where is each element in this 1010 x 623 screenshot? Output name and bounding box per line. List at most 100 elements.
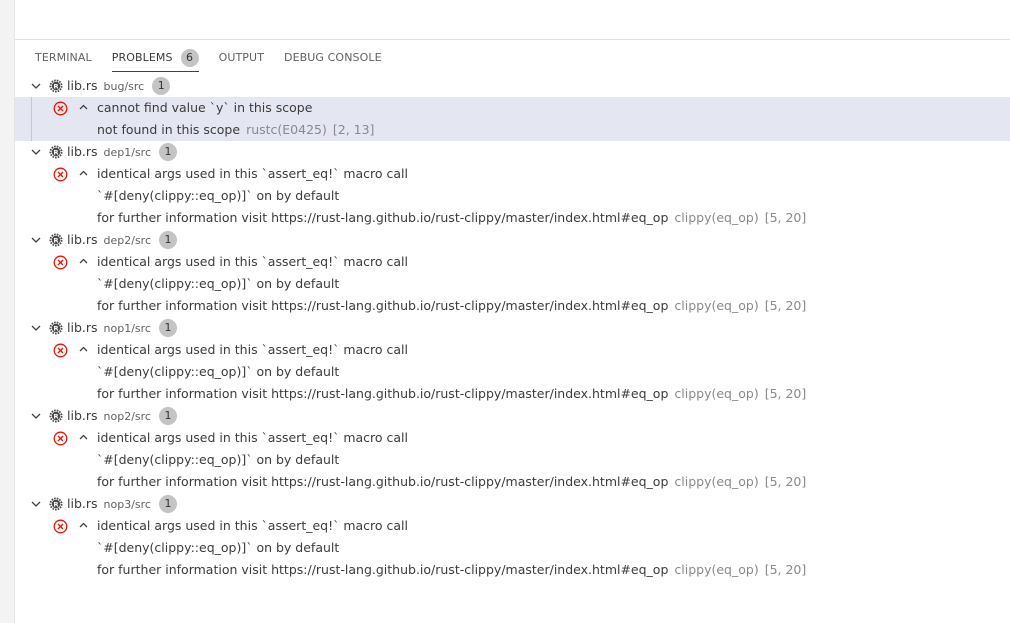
error-circle-icon (53, 167, 68, 182)
file-name: lib.rs bug/src 1 (67, 75, 171, 98)
tab-output[interactable]: OUTPUT (219, 48, 264, 74)
problem-detail: `#[deny(clippy::eq_op)]` on by default (97, 185, 339, 207)
svg-text:R: R (53, 412, 58, 420)
problem-detail-text: for further information visit https://ru… (97, 210, 669, 225)
file-name: lib.rs dep2/src 1 (67, 229, 178, 252)
problem-file-row[interactable]: Rlib.rs nop3/src 1 (15, 493, 1010, 515)
error-circle-icon (53, 431, 68, 446)
rust-file-icon: R (49, 79, 63, 93)
file-name: lib.rs nop1/src 1 (67, 317, 177, 340)
problem-detail: for further information visit https://ru… (97, 559, 806, 581)
tab-problems-label: PROBLEMS (111, 51, 173, 64)
problem-message: identical args used in this `assert_eq!`… (97, 342, 409, 357)
problem-row[interactable]: identical args used in this `assert_eq!`… (15, 515, 1010, 537)
problem-location: [5, 20] (764, 210, 807, 225)
chevron-up-icon[interactable] (77, 519, 90, 532)
file-path: dep1/src (103, 146, 152, 159)
problem-file-row[interactable]: Rlib.rs dep2/src 1 (15, 229, 1010, 251)
tab-debug-console-label: DEBUG CONSOLE (284, 51, 382, 64)
tab-problems[interactable]: PROBLEMS 6 (111, 48, 199, 74)
chevron-up-icon[interactable] (77, 343, 90, 356)
indent-guide (31, 97, 32, 141)
problem-detail-row[interactable]: `#[deny(clippy::eq_op)]` on by default (15, 273, 1010, 295)
problem-location: [5, 20] (764, 298, 807, 313)
problem-detail-row[interactable]: for further information visit https://ru… (15, 383, 1010, 405)
error-circle-icon (53, 343, 68, 358)
problem-source: clippy(eq_op) (674, 298, 759, 313)
problem-location: [2, 13] (332, 122, 375, 137)
problem-file-row[interactable]: Rlib.rs nop2/src 1 (15, 405, 1010, 427)
problem-detail-row[interactable]: for further information visit https://ru… (15, 471, 1010, 493)
problem-file-row[interactable]: Rlib.rs nop1/src 1 (15, 317, 1010, 339)
problem-row[interactable]: identical args used in this `assert_eq!`… (15, 427, 1010, 449)
chevron-down-icon[interactable] (29, 409, 43, 423)
problem-detail-text: `#[deny(clippy::eq_op)]` on by default (97, 276, 340, 291)
problem-source: clippy(eq_op) (674, 562, 759, 577)
chevron-down-icon[interactable] (29, 233, 43, 247)
file-path: nop2/src (103, 410, 151, 423)
problem-detail-text: for further information visit https://ru… (97, 562, 669, 577)
chevron-up-icon[interactable] (77, 255, 90, 268)
problem-message: identical args used in this `assert_eq!`… (97, 254, 409, 269)
problem-message: identical args used in this `assert_eq!`… (97, 166, 409, 181)
tab-debug-console[interactable]: DEBUG CONSOLE (284, 48, 382, 74)
problem-detail: `#[deny(clippy::eq_op)]` on by default (97, 449, 339, 471)
problem-row[interactable]: cannot find value `y` in this scope (15, 97, 1010, 119)
chevron-up-icon[interactable] (77, 431, 90, 444)
file-name: lib.rs nop3/src 1 (67, 493, 177, 516)
problem-detail-row[interactable]: for further information visit https://ru… (15, 295, 1010, 317)
file-name: lib.rs dep1/src 1 (67, 141, 178, 164)
problem-detail-text: `#[deny(clippy::eq_op)]` on by default (97, 540, 340, 555)
svg-text:R: R (53, 148, 58, 156)
rust-file-icon: R (49, 145, 63, 159)
file-name-label: lib.rs (67, 408, 98, 423)
editor-area[interactable] (15, 0, 1010, 40)
chevron-up-icon[interactable] (77, 101, 90, 114)
problem-location: [5, 20] (764, 474, 807, 489)
file-problem-count-badge: 1 (159, 231, 178, 249)
problems-tree: Rlib.rs bug/src 1 cannot find value `y` in … (15, 75, 1010, 581)
rust-file-icon: R (49, 233, 63, 247)
problem-source: clippy(eq_op) (674, 386, 759, 401)
problem-detail-row[interactable]: `#[deny(clippy::eq_op)]` on by default (15, 361, 1010, 383)
problem-detail: for further information visit https://ru… (97, 383, 806, 405)
chevron-down-icon[interactable] (29, 79, 43, 93)
svg-text:R: R (53, 500, 58, 508)
problem-detail-row[interactable]: for further information visit https://ru… (15, 559, 1010, 581)
problem-detail-row[interactable]: `#[deny(clippy::eq_op)]` on by default (15, 537, 1010, 559)
file-path: bug/src (103, 80, 145, 93)
problem-message: identical args used in this `assert_eq!`… (97, 518, 409, 533)
problem-detail-row[interactable]: not found in this scope rustc(E0425) [2, 1… (15, 119, 1010, 141)
problem-detail-text: `#[deny(clippy::eq_op)]` on by default (97, 364, 340, 379)
problem-detail-row[interactable]: `#[deny(clippy::eq_op)]` on by default (15, 449, 1010, 471)
tab-terminal-label: TERMINAL (35, 51, 92, 64)
problem-detail-text: `#[deny(clippy::eq_op)]` on by default (97, 452, 340, 467)
problem-detail: for further information visit https://ru… (97, 295, 806, 317)
problem-row[interactable]: identical args used in this `assert_eq!`… (15, 339, 1010, 361)
problem-file-row[interactable]: Rlib.rs bug/src 1 (15, 75, 1010, 97)
rust-file-icon: R (49, 409, 63, 423)
file-path: nop1/src (103, 322, 151, 335)
rust-file-icon: R (49, 321, 63, 335)
error-circle-icon (53, 101, 68, 116)
problem-row[interactable]: identical args used in this `assert_eq!`… (15, 251, 1010, 273)
chevron-up-icon[interactable] (77, 167, 90, 180)
problem-detail-row[interactable]: for further information visit https://ru… (15, 207, 1010, 229)
chevron-down-icon[interactable] (29, 497, 43, 511)
problem-detail: `#[deny(clippy::eq_op)]` on by default (97, 537, 339, 559)
problem-detail-row[interactable]: `#[deny(clippy::eq_op)]` on by default (15, 185, 1010, 207)
error-circle-icon (53, 519, 68, 534)
problem-row[interactable]: identical args used in this `assert_eq!`… (15, 163, 1010, 185)
svg-text:R: R (53, 324, 58, 332)
problem-detail: for further information visit https://ru… (97, 207, 806, 229)
chevron-down-icon[interactable] (29, 321, 43, 335)
file-name-label: lib.rs (67, 232, 98, 247)
file-problem-count-badge: 1 (152, 77, 171, 95)
file-path: dep2/src (103, 234, 152, 247)
problem-file-row[interactable]: Rlib.rs dep1/src 1 (15, 141, 1010, 163)
tab-terminal[interactable]: TERMINAL (35, 48, 92, 74)
chevron-down-icon[interactable] (29, 145, 43, 159)
file-problem-count-badge: 1 (158, 495, 177, 513)
problem-detail-text: for further information visit https://ru… (97, 386, 669, 401)
file-name-label: lib.rs (67, 144, 98, 159)
